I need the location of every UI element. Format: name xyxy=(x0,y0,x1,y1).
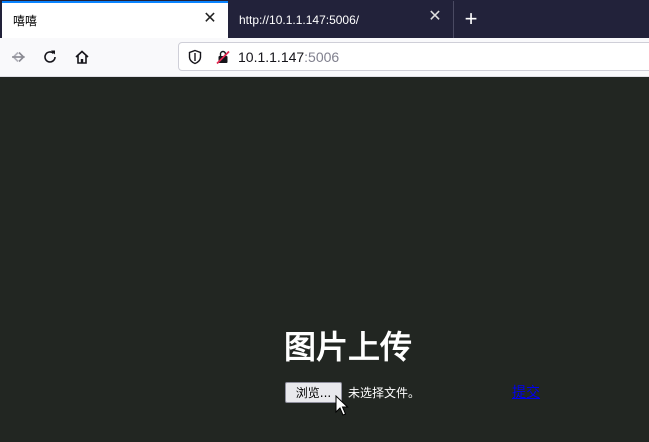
browse-button[interactable]: 浏览... xyxy=(285,382,342,403)
tab-title: 嘻嘻 xyxy=(13,14,38,28)
file-status-text: 未选择文件。 xyxy=(348,386,421,400)
url-text: 10.1.1.147:5006 xyxy=(238,49,339,65)
url-host: 10.1.1.147 xyxy=(238,49,305,65)
close-icon[interactable]: ✕ xyxy=(202,11,218,27)
tab-inactive[interactable]: http://10.1.1.147:5006/ ✕ xyxy=(229,1,454,38)
tab-title: http://10.1.1.147:5006/ xyxy=(239,12,360,27)
home-icon xyxy=(75,50,89,64)
submit-link[interactable]: 提交 xyxy=(512,382,540,402)
navigation-toolbar: 10.1.1.147:5006 xyxy=(0,38,649,77)
forward-arrow-icon xyxy=(12,51,25,63)
page-content: 图片上传 浏览... 未选择文件。 提交 xyxy=(0,77,649,442)
home-button[interactable] xyxy=(71,46,93,68)
reload-button[interactable] xyxy=(39,46,61,68)
tab-strip: 嘻嘻 ✕ http://10.1.1.147:5006/ ✕ + xyxy=(0,0,649,38)
shield-icon[interactable] xyxy=(187,49,203,65)
tab-active[interactable]: 嘻嘻 ✕ xyxy=(2,1,228,38)
plus-icon[interactable]: + xyxy=(459,7,483,31)
forward-button[interactable] xyxy=(7,46,29,68)
insecure-lock-icon[interactable] xyxy=(215,49,231,65)
close-icon[interactable]: ✕ xyxy=(427,9,443,25)
page-title: 图片上传 xyxy=(284,328,413,366)
url-bar[interactable]: 10.1.1.147:5006 xyxy=(178,42,649,71)
reload-icon xyxy=(44,50,56,63)
mouse-cursor-icon xyxy=(335,395,349,416)
url-port: :5006 xyxy=(304,49,340,65)
